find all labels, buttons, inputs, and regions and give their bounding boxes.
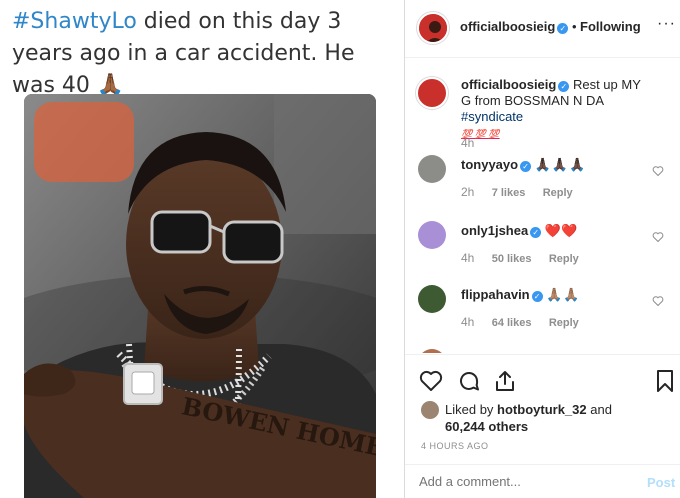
comment-input[interactable] (419, 474, 619, 489)
comment-text: flippahavin ✓ 🙏🏽🙏🏽 (461, 287, 651, 303)
avatar[interactable] (418, 155, 446, 183)
comment-meta: 2h 7 likes Reply (461, 185, 587, 199)
hashtag-link[interactable]: #syndicate (461, 109, 523, 124)
comment-text: tonyyayo ✓ 🙏🏿🙏🏿🙏🏿 (461, 157, 651, 173)
post-header: officialboosieig ✓ • Following ··· (405, 0, 680, 58)
comment-likes[interactable]: 7 likes (492, 187, 526, 199)
comment-username[interactable]: tonyyayo (461, 157, 518, 172)
comment-body: 🙏🏿🙏🏿🙏🏿 (534, 157, 587, 172)
like-heart-icon[interactable] (419, 369, 443, 393)
comment-text: only1jshea ✓ ❤️❤️ (461, 223, 651, 239)
comment-meta: 4h 64 likes Reply (461, 315, 593, 329)
comment-username[interactable]: flippahavin (461, 287, 530, 302)
comment-body: ❤️❤️ (544, 223, 578, 238)
comment-meta: 4h 50 likes Reply (461, 251, 593, 265)
liked-by-text: Liked by hotboyturk_32 and (445, 402, 612, 417)
verified-badge-icon: ✓ (557, 23, 569, 34)
following-button[interactable]: Following (580, 19, 641, 34)
like-comment-heart-icon[interactable] (652, 231, 664, 243)
comment-likes[interactable]: 50 likes (492, 253, 532, 265)
avatar[interactable] (416, 77, 448, 109)
like-comment-heart-icon[interactable] (652, 295, 664, 307)
comment-username[interactable]: only1jshea (461, 223, 528, 238)
photo-illustration: BOWEN HOMES (24, 94, 376, 498)
bookmark-icon[interactable] (653, 369, 677, 393)
avatar[interactable] (417, 12, 449, 44)
comment-time[interactable]: 2h (461, 185, 474, 199)
avatar[interactable] (418, 221, 446, 249)
comment-body: 🙏🏽🙏🏽 (546, 287, 581, 302)
avatar[interactable] (418, 349, 446, 353)
comment-bubble-icon[interactable] (457, 369, 481, 393)
instagram-panel: officialboosieig ✓ • Following ··· offici… (404, 0, 680, 498)
comments-list: officialboosieig ✓ Rest up MY G from BOSS… (405, 59, 680, 353)
like-comment-heart-icon[interactable] (652, 165, 664, 177)
reply-button[interactable]: Reply (549, 253, 579, 265)
separator-dot: • (572, 19, 577, 34)
hashtag-link[interactable]: #ShawtyLo (12, 9, 137, 34)
verified-badge-icon: ✓ (531, 291, 543, 302)
post-button[interactable]: Post (647, 475, 675, 490)
comment-meta: 4h (461, 136, 488, 150)
comment-time[interactable]: 4h (461, 315, 474, 329)
comment-time[interactable]: 4h (461, 136, 474, 150)
caption-comment-text: officialboosieig ✓ Rest up MY G from BOSS… (461, 77, 651, 142)
post-photo: BOWEN HOMES (24, 94, 376, 498)
verified-badge-icon: ✓ (520, 161, 532, 172)
comment-time[interactable]: 4h (461, 251, 474, 265)
tweet-panel: #ShawtyLo died on this day 3 years ago i… (0, 0, 404, 498)
comment-likes[interactable]: 64 likes (492, 317, 532, 329)
tweet-caption: #ShawtyLo died on this day 3 years ago i… (12, 6, 392, 102)
share-icon[interactable] (493, 369, 517, 393)
verified-badge-icon: ✓ (530, 227, 542, 238)
post-timestamp[interactable]: 4 HOURS AGO (421, 441, 489, 451)
add-comment-bar: Post (405, 464, 680, 498)
reply-button[interactable]: Reply (549, 317, 579, 329)
verified-badge-icon: ✓ (558, 81, 570, 92)
avatar[interactable] (421, 401, 439, 419)
likes-count[interactable]: 60,244 others (445, 419, 528, 434)
post-author-username[interactable]: officialboosieig ✓ (460, 19, 569, 34)
more-options-icon[interactable]: ··· (657, 15, 676, 33)
liked-by-username[interactable]: hotboyturk_32 (497, 402, 587, 417)
reply-button[interactable]: Reply (543, 187, 573, 199)
post-actions: Liked by hotboyturk_32 and 60,244 others… (405, 354, 680, 464)
comment-username[interactable]: officialboosieig (461, 77, 556, 92)
avatar[interactable] (418, 285, 446, 313)
